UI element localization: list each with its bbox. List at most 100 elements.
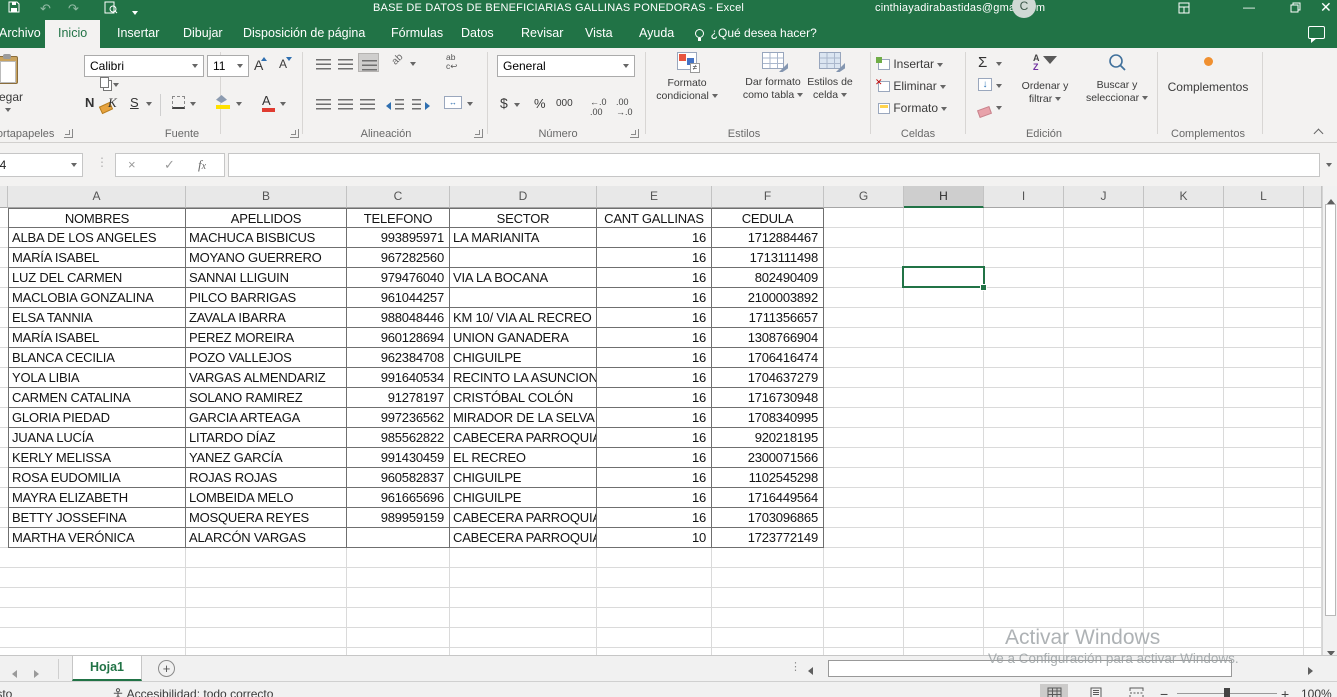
cell[interactable] [824, 528, 904, 548]
cell[interactable]: 961044257 [347, 288, 450, 308]
page-break-view-icon[interactable] [1122, 684, 1150, 697]
cell[interactable] [984, 408, 1064, 428]
cell[interactable] [597, 548, 712, 568]
cell[interactable] [904, 368, 984, 388]
cell[interactable] [1304, 308, 1322, 328]
cell[interactable] [824, 248, 904, 268]
avatar[interactable]: C [1012, 0, 1036, 18]
cell[interactable] [1064, 568, 1144, 588]
cell[interactable] [904, 488, 984, 508]
cell[interactable]: SOLANO RAMIREZ [186, 388, 347, 408]
column-header-d[interactable]: D [450, 186, 597, 208]
cell[interactable] [1064, 488, 1144, 508]
zoom-level[interactable]: 100% [1301, 687, 1332, 697]
decrease-decimal-icon[interactable]: .00→.0 [616, 97, 633, 117]
vertical-scrollbar-thumb[interactable] [1325, 204, 1336, 616]
font-color-icon[interactable]: A [262, 93, 275, 112]
cell[interactable] [1064, 268, 1144, 288]
align-bottom-icon[interactable] [358, 53, 379, 72]
cell[interactable] [984, 508, 1064, 528]
cell[interactable] [450, 548, 597, 568]
save-icon[interactable] [8, 1, 20, 16]
cell[interactable] [8, 628, 186, 648]
font-name-select[interactable]: Calibri [84, 55, 204, 77]
cell[interactable] [824, 408, 904, 428]
cell[interactable]: SANNAI LLIGUIN [186, 268, 347, 288]
cell[interactable] [1144, 328, 1224, 348]
tab-vista[interactable]: Vista [572, 18, 626, 48]
insert-cells-button[interactable]: Insertar [878, 57, 943, 71]
cell[interactable]: 962384708 [347, 348, 450, 368]
cell[interactable] [186, 608, 347, 628]
cell[interactable] [1304, 528, 1322, 548]
cell[interactable] [824, 648, 904, 655]
column-header-j[interactable]: J [1064, 186, 1144, 208]
cell[interactable] [1144, 568, 1224, 588]
scroll-down-icon[interactable] [1323, 638, 1337, 655]
cell[interactable]: 16 [597, 448, 712, 468]
cell[interactable] [824, 268, 904, 288]
italic-button[interactable]: K [108, 95, 117, 111]
cell[interactable] [984, 388, 1064, 408]
add-sheet-icon[interactable]: + [158, 660, 175, 677]
cell[interactable] [824, 448, 904, 468]
cell[interactable] [597, 588, 712, 608]
autosum-icon[interactable]: Σ [978, 54, 987, 71]
fill-icon[interactable]: ↓ [978, 78, 992, 91]
cell[interactable] [347, 648, 450, 655]
cell[interactable]: 91278197 [347, 388, 450, 408]
autosum-dropdown-icon[interactable] [996, 62, 1002, 66]
column-header[interactable] [1304, 186, 1322, 208]
cell[interactable]: ROJAS ROJAS [186, 468, 347, 488]
cell[interactable] [1304, 368, 1322, 388]
redo-icon[interactable]: ↷ [68, 1, 79, 17]
cell[interactable]: 1706416474 [712, 348, 824, 368]
cell[interactable] [1304, 428, 1322, 448]
bold-button[interactable]: N [85, 95, 94, 110]
cell[interactable]: JUANA LUCÍA [8, 428, 186, 448]
cell[interactable]: MOSQUERA REYES [186, 508, 347, 528]
number-format-select[interactable]: General [497, 55, 635, 77]
cell[interactable] [597, 628, 712, 648]
fill-handle[interactable] [980, 284, 987, 291]
cell[interactable]: TELEFONO [347, 208, 450, 228]
vertical-scrollbar[interactable] [1322, 186, 1337, 655]
cell[interactable] [1224, 428, 1304, 448]
cell[interactable] [1304, 488, 1322, 508]
cell[interactable] [1304, 548, 1322, 568]
cell[interactable] [1144, 588, 1224, 608]
cell[interactable] [1144, 248, 1224, 268]
increase-decimal-icon[interactable]: ←.0.00 [590, 97, 607, 117]
cell[interactable] [1304, 648, 1322, 655]
cell[interactable] [1224, 248, 1304, 268]
cell[interactable] [1224, 628, 1304, 648]
cell[interactable] [984, 468, 1064, 488]
cell[interactable]: 16 [597, 328, 712, 348]
cell[interactable]: UNION GANADERA [450, 328, 597, 348]
tab-dibujar[interactable]: Dibujar [170, 18, 236, 48]
cell[interactable]: 960582837 [347, 468, 450, 488]
cell[interactable] [1144, 548, 1224, 568]
copy-icon[interactable] [100, 76, 119, 91]
grow-font-button[interactable]: A [254, 57, 269, 73]
cell[interactable] [1224, 228, 1304, 248]
cell[interactable] [450, 648, 597, 655]
cell[interactable] [824, 608, 904, 628]
cell[interactable] [1224, 448, 1304, 468]
cell[interactable] [984, 608, 1064, 628]
cell[interactable] [984, 328, 1064, 348]
merge-dropdown-icon[interactable] [467, 102, 473, 106]
cell[interactable]: YANEZ GARCÍA [186, 448, 347, 468]
cell[interactable] [597, 648, 712, 655]
cell[interactable]: KM 10/ VIA AL RECREO [450, 308, 597, 328]
cell[interactable]: 1704637279 [712, 368, 824, 388]
sort-filter-button[interactable]: A Z Ordenar yfiltrar [1012, 52, 1078, 106]
align-center-icon[interactable] [338, 97, 353, 115]
cell[interactable]: 1711356657 [712, 308, 824, 328]
cell[interactable] [1064, 388, 1144, 408]
cell[interactable] [1304, 508, 1322, 528]
cell[interactable]: CABECERA PARROQUIAL [450, 508, 597, 528]
fill-color-icon[interactable] [216, 95, 230, 109]
cell[interactable] [984, 588, 1064, 608]
cell[interactable] [712, 588, 824, 608]
